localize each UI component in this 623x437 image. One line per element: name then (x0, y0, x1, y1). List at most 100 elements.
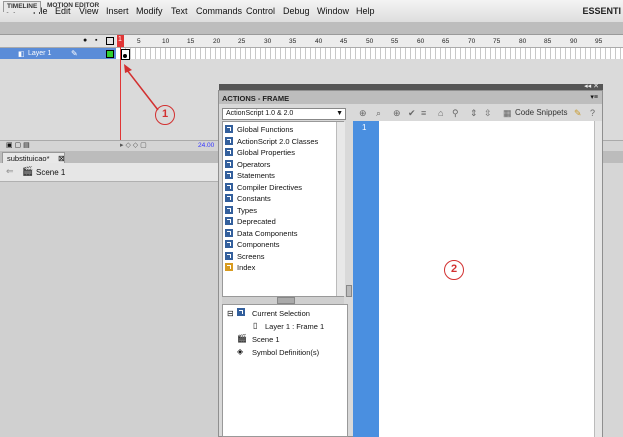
ruler-tick: 90 (570, 38, 578, 45)
menu-window[interactable]: Window (317, 6, 349, 16)
toolbox-split-handle[interactable] (222, 297, 344, 304)
scene-icon: 🎬 (237, 334, 247, 343)
toolbox-scrollbar[interactable] (336, 122, 345, 296)
book-icon (225, 183, 233, 191)
ruler-tick: 35 (289, 38, 297, 45)
tree-scene[interactable]: Scene 1 (252, 335, 280, 344)
find-icon[interactable]: ⌕ (376, 108, 381, 119)
toolbox-item[interactable]: Types (225, 205, 257, 216)
toolbox-item[interactable]: ActionScript 2.0 Classes (225, 136, 318, 147)
workspace-switcher[interactable]: ESSENTI (582, 6, 621, 16)
frame-ruler[interactable]: 5 10 15 20 25 30 35 40 45 50 55 60 65 70… (116, 35, 623, 48)
toolbox-item-index[interactable]: Index (225, 262, 255, 273)
frame-icon: ▯ (253, 321, 258, 330)
toolbox-item[interactable]: Operators (225, 159, 270, 170)
scene-label[interactable]: Scene 1 (36, 168, 65, 177)
toolbox-item[interactable]: Statements (225, 170, 275, 181)
tab-timeline[interactable]: TIMELINE (3, 1, 42, 12)
timeline-tabbar (0, 22, 623, 35)
ruler-tick: 95 (595, 38, 603, 45)
outline-icon[interactable] (106, 37, 114, 45)
code-snippets-button[interactable]: Code Snippets (515, 108, 567, 117)
code-snippets-icon[interactable]: ▦ (503, 108, 512, 119)
tree-current-selection[interactable]: Current Selection (252, 309, 310, 318)
toolbox-item[interactable]: Compiler Directives (225, 182, 302, 193)
toolbox-item[interactable]: Constants (225, 193, 271, 204)
panel-menu-icon[interactable]: ▾≡ (590, 93, 598, 101)
lock-icon[interactable]: ▪ (95, 37, 97, 44)
debug-options-icon[interactable]: ⚲ (452, 108, 459, 119)
tree-symbol-definitions[interactable]: Symbol Definition(s) (252, 348, 319, 357)
toolbox-item[interactable]: Global Properties (225, 147, 295, 158)
line-number-gutter (353, 121, 379, 437)
toolbox-item[interactable]: Data Components (225, 228, 297, 239)
actions-toolbox: Global Functions ActionScript 2.0 Classe… (222, 121, 344, 297)
callout-1: 1 (155, 105, 175, 125)
book-icon (225, 206, 233, 214)
menu-text[interactable]: Text (171, 6, 188, 16)
back-arrow-icon[interactable]: ⇐ (6, 166, 14, 177)
menu-insert[interactable]: Insert (106, 6, 129, 16)
toolbox-item[interactable]: Components (225, 239, 280, 250)
keyframe-dot-icon (123, 54, 127, 58)
ruler-tick: 80 (519, 38, 527, 45)
actionscript-version-select[interactable]: ActionScript 1.0 & 2.0 ▼ (222, 108, 346, 120)
target-icon[interactable]: ⊕ (393, 108, 401, 119)
symbol-icon: ◈ (237, 347, 244, 356)
menu-commands[interactable]: Commands (196, 6, 242, 16)
playhead[interactable]: 1 (117, 35, 124, 47)
ruler-tick: 10 (162, 38, 170, 45)
layer-color-icon[interactable] (106, 50, 114, 58)
menu-debug[interactable]: Debug (283, 6, 310, 16)
menu-control[interactable]: Control (246, 6, 275, 16)
scene-icon: 🎬 (22, 166, 34, 176)
collapse-icon[interactable]: ⊟ (227, 309, 234, 318)
document-tab[interactable]: substituicao* ⊠ (2, 152, 65, 163)
book-icon (225, 229, 233, 237)
onion-skin-icon[interactable]: ▸ ◇ ◇ ▢ (120, 141, 147, 149)
eye-icon[interactable]: ● (83, 37, 87, 44)
toolbox-item[interactable]: Deprecated (225, 216, 276, 227)
layer-row[interactable]: ◧ ✎ (0, 48, 116, 59)
chevron-down-icon[interactable]: ▼ (336, 109, 343, 119)
ruler-tick: 25 (238, 38, 246, 45)
ruler-tick: 85 (544, 38, 552, 45)
toolbox-item[interactable]: Global Functions (225, 124, 293, 135)
book-icon (225, 194, 233, 202)
line-number: 1 (362, 123, 367, 132)
new-layer-icon[interactable]: ▣ ▢ ▤ (6, 141, 30, 149)
tab-motion-editor[interactable]: MOTION EDITOR (44, 1, 102, 11)
selection-icon (237, 308, 249, 317)
wizard-icon[interactable]: ✎ (574, 108, 582, 119)
editor-scrollbar[interactable] (594, 121, 602, 437)
toolbox-item[interactable]: Screens (225, 251, 265, 262)
fps-readout[interactable]: 24.00 (198, 142, 214, 149)
book-icon (225, 148, 233, 156)
ruler-tick: 40 (315, 38, 323, 45)
frames-row[interactable] (116, 48, 623, 59)
collapse-braces-icon[interactable]: ⇕ (470, 108, 478, 119)
check-syntax-icon[interactable]: ✔ (408, 108, 416, 119)
document-tab-label: substituicao* (7, 154, 50, 163)
tree-layer-frame[interactable]: Layer 1 : Frame 1 (265, 322, 324, 331)
menu-modify[interactable]: Modify (136, 6, 163, 16)
auto-format-icon[interactable]: ≡ (421, 108, 426, 118)
playhead-line (120, 47, 121, 150)
help-icon[interactable]: ? (590, 108, 595, 118)
pencil-icon[interactable]: ✎ (71, 49, 78, 58)
collapse-toolbox-button[interactable] (346, 285, 352, 297)
splitter-grip-icon[interactable] (277, 297, 295, 304)
collapse-panel-icon[interactable]: ◂◂ ✕ (584, 82, 599, 90)
script-editor[interactable] (379, 121, 594, 437)
code-hint-icon[interactable]: ⌂ (438, 108, 443, 118)
callout-2: 2 (444, 260, 464, 280)
script-navigator: ⊟ Current Selection ▯ Layer 1 : Frame 1 … (222, 304, 348, 437)
expand-all-icon[interactable]: ⇳ (484, 108, 492, 119)
layer-name[interactable]: Layer 1 (28, 50, 51, 57)
playhead-frame: 1 (118, 36, 122, 43)
book-icon (225, 160, 233, 168)
book-icon (225, 137, 233, 145)
add-statement-icon[interactable]: ⊕ (359, 108, 367, 119)
menu-help[interactable]: Help (356, 6, 375, 16)
ruler-tick: 45 (340, 38, 348, 45)
